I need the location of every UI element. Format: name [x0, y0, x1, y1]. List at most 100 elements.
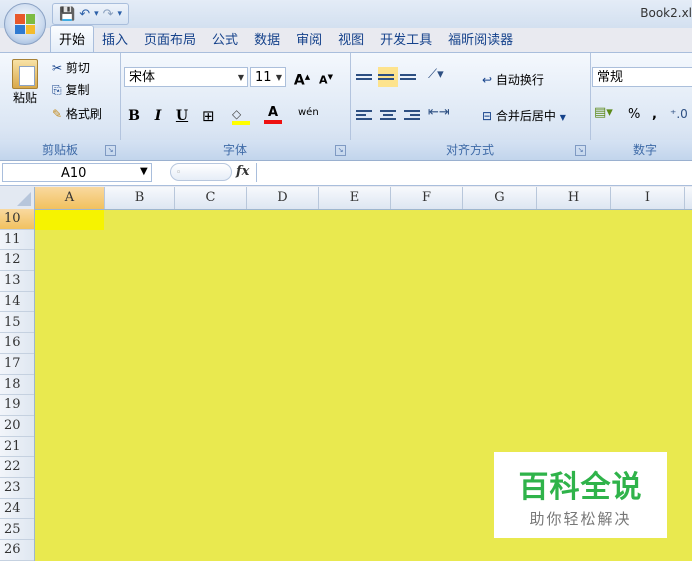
underline-button[interactable]: U [172, 105, 192, 127]
name-box-dropdown-icon[interactable]: ▼ [140, 166, 148, 177]
row-header-24[interactable]: 24 [0, 499, 34, 520]
number-group-label: 数字 [590, 140, 692, 160]
align-top-icon[interactable] [356, 67, 376, 87]
formula-bar: A10 ▼ ◦ fx [0, 161, 692, 186]
column-header-g[interactable]: G [463, 187, 537, 209]
increase-decimal-icon[interactable]: ⁺.0 [670, 107, 688, 121]
redo-icon[interactable]: ↷ [103, 7, 114, 22]
customize-qat-icon[interactable]: ▾ [118, 9, 123, 19]
name-box[interactable]: A10 [2, 163, 152, 182]
font-group-label: 字体 [120, 140, 350, 160]
office-button[interactable] [4, 3, 46, 45]
copy-label: 复制 [65, 83, 90, 97]
column-header-b[interactable]: B [105, 187, 175, 209]
quick-access-toolbar: 💾 ↶ ▾ ↷ ▾ [52, 3, 130, 25]
row-header-21[interactable]: 21 [0, 437, 34, 458]
row-header-10[interactable]: 10 [0, 209, 34, 230]
column-header-f[interactable]: F [391, 187, 463, 209]
shrink-font-button[interactable]: A▼ [316, 66, 336, 92]
tab-data[interactable]: 数据 [246, 26, 288, 52]
italic-button[interactable]: I [148, 105, 168, 127]
column-header-d[interactable]: D [247, 187, 319, 209]
tab-insert[interactable]: 插入 [94, 26, 136, 52]
paste-button[interactable]: 粘贴 [8, 59, 42, 106]
row-header-16[interactable]: 16 [0, 333, 34, 354]
merge-center-button[interactable]: ⊟ 合并后居中 ▼ [482, 107, 566, 124]
column-header-h[interactable]: H [537, 187, 611, 209]
number-group: 常规 ▤▾ % , ⁺.0 数字 [590, 53, 692, 160]
row-headers: 10 11 12 13 14 15 16 17 18 19 20 21 22 23 24 25 26 [0, 209, 35, 561]
row-header-20[interactable]: 20 [0, 416, 34, 437]
tab-home[interactable]: 开始 [50, 25, 95, 52]
align-left-icon[interactable] [356, 105, 376, 125]
clipboard-group: 粘贴 ✂ 剪切 ⎘ 复制 ✎ 格式刷 剪贴板 ↘ [0, 53, 121, 160]
wrap-text-label: 自动换行 [495, 73, 544, 87]
grow-font-button[interactable]: A▲ [292, 66, 312, 92]
formula-controls[interactable]: ◦ [170, 163, 232, 181]
cut-button[interactable]: ✂ 剪切 [52, 59, 90, 76]
row-header-12[interactable]: 12 [0, 250, 34, 272]
percent-button[interactable]: % [628, 107, 640, 122]
phonetic-guide-button[interactable]: wén [298, 107, 319, 118]
tab-view[interactable]: 视图 [330, 26, 372, 52]
clipboard-launcher-icon[interactable]: ↘ [105, 145, 116, 156]
font-name-select[interactable]: 宋体 ▼ [124, 67, 248, 87]
row-header-19[interactable]: 19 [0, 395, 34, 416]
currency-icon[interactable]: ▤▾ [594, 105, 613, 120]
align-right-icon[interactable] [400, 105, 420, 125]
formula-input[interactable] [256, 163, 692, 182]
ribbon-tabs: 开始 插入 页面布局 公式 数据 审阅 视图 开发工具 福昕阅读器 [50, 25, 521, 52]
format-painter-label: 格式刷 [65, 107, 102, 121]
row-header-11[interactable]: 11 [0, 230, 34, 251]
column-header-a[interactable]: A [35, 187, 105, 209]
cut-label: 剪切 [65, 61, 90, 75]
font-launcher-icon[interactable]: ↘ [335, 145, 346, 156]
tab-review[interactable]: 审阅 [288, 26, 330, 52]
comma-button[interactable]: , [652, 107, 657, 122]
format-painter-button[interactable]: ✎ 格式刷 [52, 105, 102, 122]
row-header-22[interactable]: 22 [0, 457, 34, 479]
orientation-icon[interactable]: ⟋▾ [428, 67, 444, 82]
tab-developer[interactable]: 开发工具 [372, 26, 440, 52]
tab-foxit-reader[interactable]: 福昕阅读器 [440, 26, 521, 52]
tab-formulas[interactable]: 公式 [204, 26, 246, 52]
row-header-17[interactable]: 17 [0, 354, 34, 375]
active-cell[interactable] [35, 210, 104, 230]
row-header-23[interactable]: 23 [0, 478, 34, 499]
alignment-launcher-icon[interactable]: ↘ [575, 145, 586, 156]
shrink-font-glyph: A [319, 73, 328, 87]
merge-center-label: 合并后居中 [495, 109, 556, 123]
undo-icon[interactable]: ↶ [79, 7, 90, 22]
window-title: Book2.xl [640, 6, 692, 20]
number-format-select[interactable]: 常规 [592, 67, 692, 87]
insert-function-icon[interactable]: fx [236, 164, 249, 179]
row-header-18[interactable]: 18 [0, 375, 34, 396]
copy-button[interactable]: ⎘ 复制 [52, 81, 89, 98]
brush-icon: ✎ [52, 107, 63, 121]
row-header-15[interactable]: 15 [0, 313, 34, 334]
row-header-14[interactable]: 14 [0, 292, 34, 313]
align-center-icon[interactable] [378, 105, 398, 125]
select-all-button[interactable] [0, 187, 35, 209]
font-size-value: 11 [255, 70, 272, 85]
align-middle-icon[interactable] [378, 67, 398, 87]
column-header-c[interactable]: C [175, 187, 247, 209]
font-color-icon[interactable]: A [264, 105, 282, 124]
row-header-25[interactable]: 25 [0, 520, 34, 541]
row-header-26[interactable]: 26 [0, 540, 34, 561]
bold-button[interactable]: B [124, 105, 144, 127]
watermark-subtitle: 助你轻松解决 [529, 509, 632, 528]
chevron-down-icon: ▼ [237, 73, 244, 82]
borders-icon[interactable]: ⊞ [202, 107, 215, 125]
font-size-select[interactable]: 11 ▼ [250, 67, 286, 87]
scissors-icon: ✂ [52, 61, 63, 75]
tab-page-layout[interactable]: 页面布局 [136, 26, 204, 52]
column-header-e[interactable]: E [319, 187, 391, 209]
save-icon[interactable]: 💾 [59, 7, 75, 22]
row-header-13[interactable]: 13 [0, 271, 34, 292]
column-header-i[interactable]: I [611, 187, 685, 209]
fill-color-icon[interactable]: ◇ [232, 107, 250, 125]
align-bottom-icon[interactable] [400, 67, 420, 87]
wrap-text-button[interactable]: ↩ 自动换行 [482, 71, 544, 88]
indent-icon[interactable]: ⇤⇥ [428, 105, 450, 120]
